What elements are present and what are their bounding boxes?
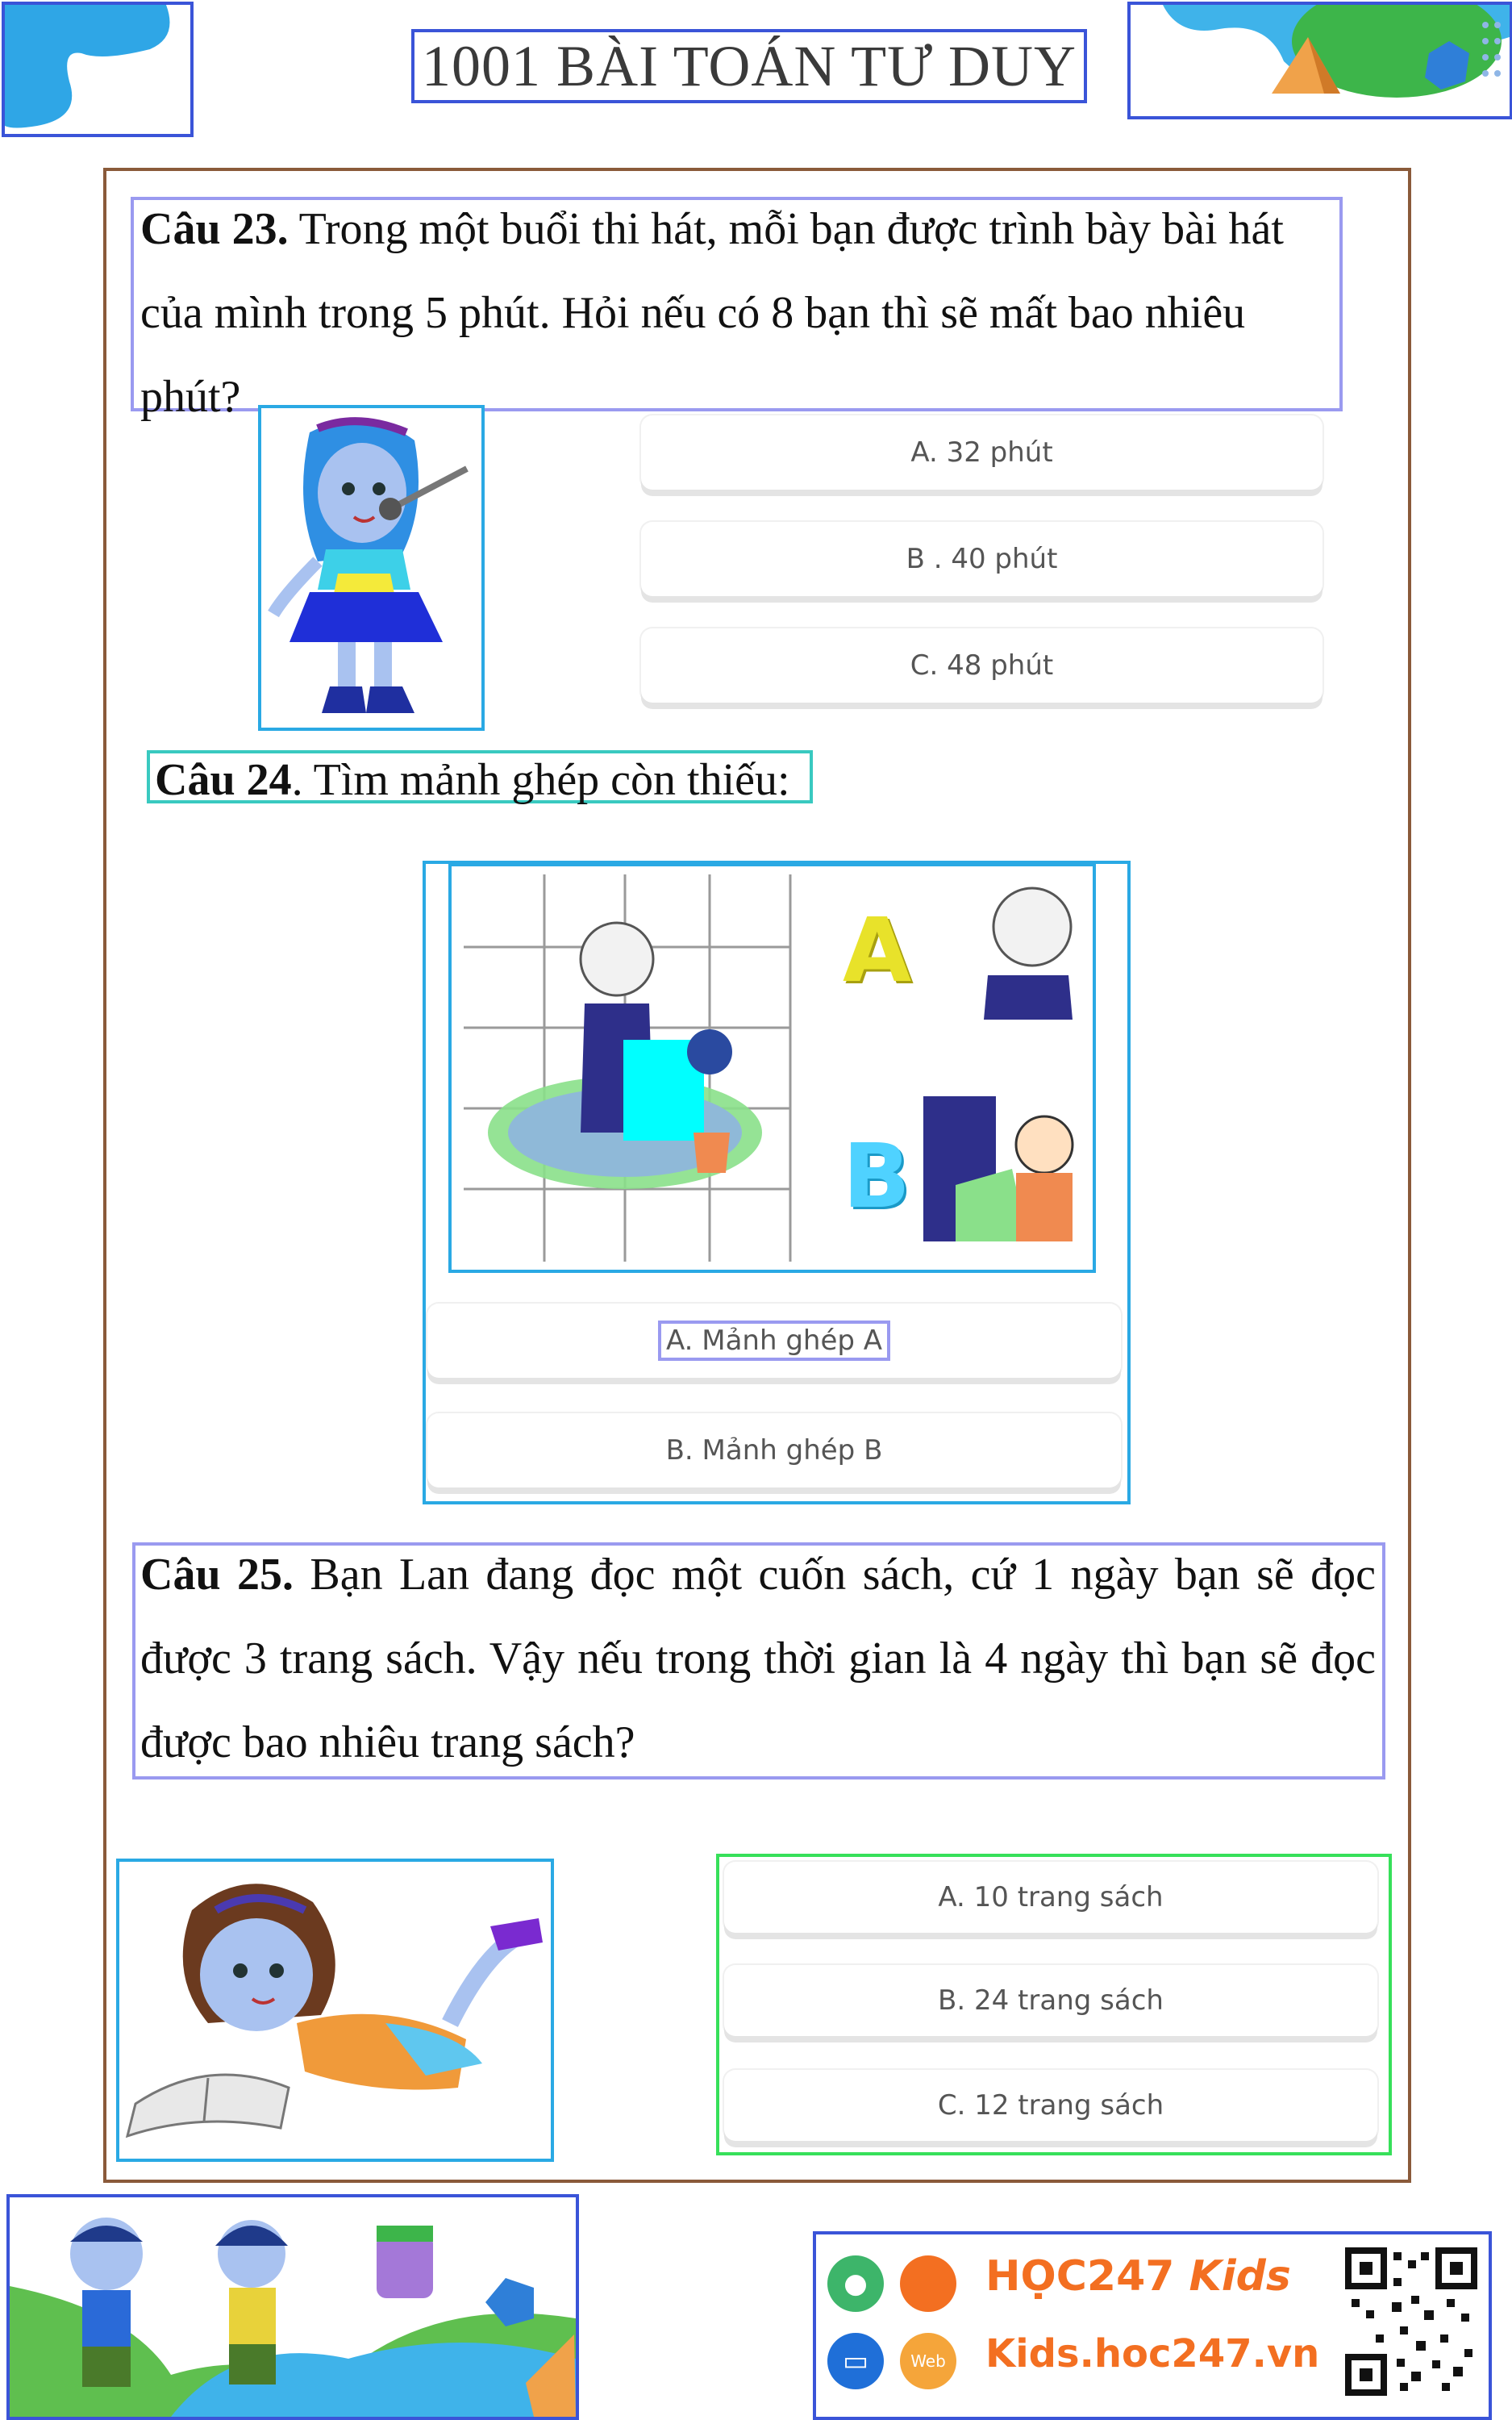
app-store-icon[interactable]: ● bbox=[827, 2255, 884, 2312]
question-23-body: Trong một buổi thi hát, mỗi bạn được trì… bbox=[140, 204, 1284, 422]
reading-girl-illustration bbox=[116, 1859, 554, 2162]
puzzle-piece-a-image bbox=[972, 878, 1077, 1020]
q23-option-c[interactable]: C. 48 phút bbox=[641, 628, 1322, 703]
page-title: 1001 BÀI TOÁN TƯ DUY bbox=[422, 33, 1077, 98]
qr-code-icon bbox=[1343, 2246, 1481, 2399]
question-24-body: . Tìm mảnh ghép còn thiếu: bbox=[291, 755, 790, 805]
question-23-text: Câu 23. Trong một buổi thi hát, mỗi bạn … bbox=[140, 187, 1338, 439]
puzzle-piece-b-label: B bbox=[843, 1124, 910, 1228]
question-23-label: Câu 23. bbox=[140, 204, 289, 254]
q24-option-a[interactable]: A. Mảnh ghép A bbox=[427, 1304, 1121, 1378]
brand-name: HỌC247 bbox=[985, 2252, 1175, 2301]
question-25-text: Câu 25. Bạn Lan đang đọc một cuốn sách, … bbox=[140, 1533, 1376, 1784]
q23-option-a-label: A. 32 phút bbox=[910, 436, 1053, 469]
question-24-text: Câu 24. Tìm mảnh ghép còn thiếu: bbox=[147, 750, 813, 805]
q24-option-b[interactable]: B. Mảnh ghép B bbox=[427, 1413, 1121, 1487]
q25-option-c-label: C. 12 trang sách bbox=[937, 2089, 1164, 2122]
q23-option-b-label: B . 40 phút bbox=[906, 543, 1058, 575]
q25-option-c[interactable]: C. 12 trang sách bbox=[724, 2070, 1377, 2141]
q25-option-a-label: A. 10 trang sách bbox=[938, 1881, 1164, 1913]
web-badge[interactable]: Web bbox=[900, 2333, 956, 2389]
question-25-label: Câu 25. bbox=[140, 1550, 294, 1600]
desktop-icon[interactable]: ▭ bbox=[827, 2333, 884, 2389]
footer-kids-illustration bbox=[6, 2194, 579, 2420]
singer-girl-illustration bbox=[258, 405, 485, 731]
puzzle-piece-a-label: A bbox=[843, 899, 912, 1002]
title-box: 1001 BÀI TOÁN TƯ DUY bbox=[411, 29, 1087, 103]
q25-option-b-label: B. 24 trang sách bbox=[938, 1984, 1164, 2017]
question-24-label: Câu 24 bbox=[155, 755, 292, 805]
q23-option-a[interactable]: A. 32 phút bbox=[641, 415, 1322, 490]
header-left-decoration bbox=[2, 2, 194, 137]
header-right-decoration bbox=[1127, 2, 1512, 119]
q23-option-c-label: C. 48 phút bbox=[910, 649, 1054, 682]
q24-option-b-label: B. Mảnh ghép B bbox=[665, 1434, 883, 1467]
brand-logo: HỌC247 Kids bbox=[985, 2252, 1291, 2301]
web-badge-label: Web bbox=[910, 2351, 946, 2371]
brand-kids: Kids bbox=[1189, 2252, 1291, 2301]
q25-option-b[interactable]: B. 24 trang sách bbox=[724, 1965, 1377, 2036]
puzzle-figure: A B bbox=[448, 863, 1096, 1273]
question-25-body: Bạn Lan đang đọc một cuốn sách, cứ 1 ngà… bbox=[140, 1550, 1376, 1767]
q25-option-a[interactable]: A. 10 trang sách bbox=[724, 1862, 1377, 1933]
footer-brand-panel: ● ▭ Web HỌC247 Kids Kids.hoc247.vn bbox=[813, 2231, 1492, 2420]
puzzle-piece-b-image bbox=[923, 1096, 1077, 1241]
mascot-icon bbox=[900, 2255, 956, 2312]
q23-option-b[interactable]: B . 40 phút bbox=[641, 522, 1322, 596]
q24-option-a-label: A. Mảnh ghép A bbox=[657, 1321, 891, 1361]
site-url[interactable]: Kids.hoc247.vn bbox=[985, 2331, 1319, 2376]
